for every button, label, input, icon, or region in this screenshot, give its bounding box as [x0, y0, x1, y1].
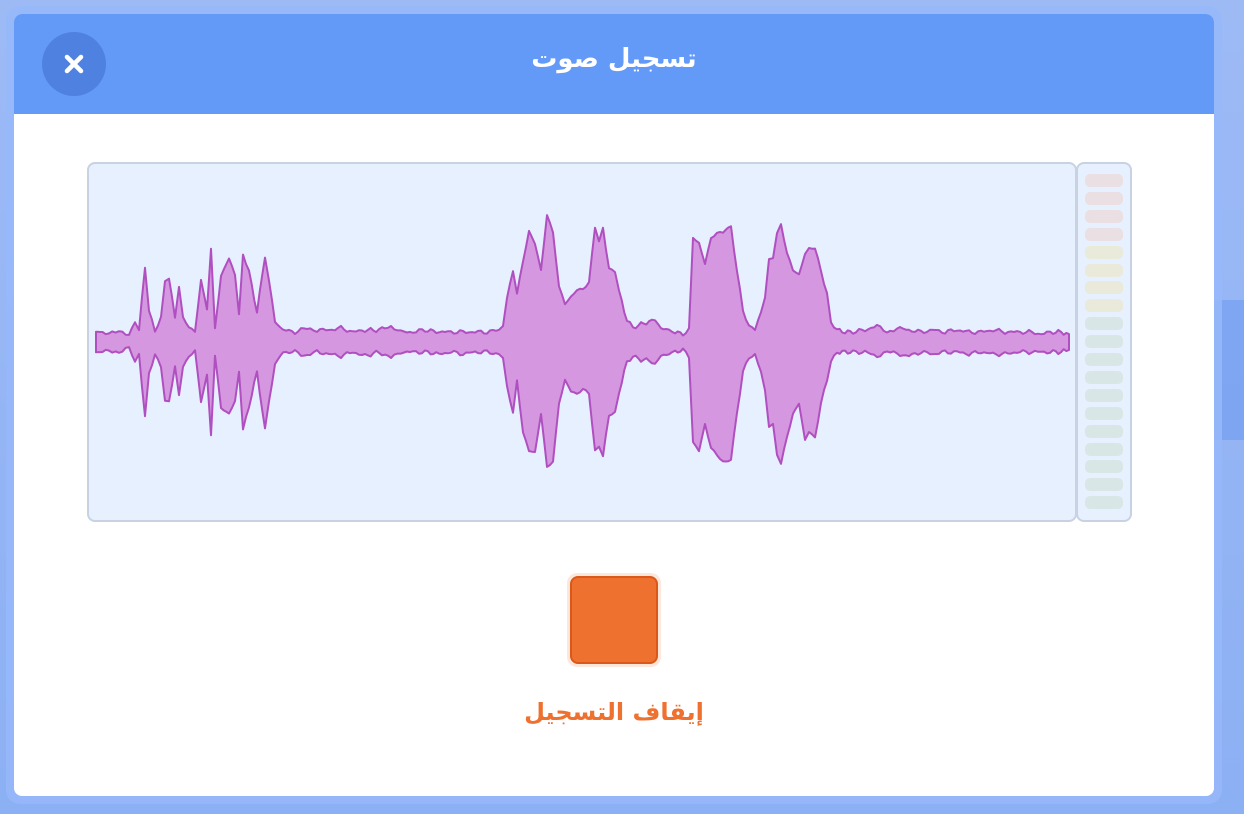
dialog-title: تسجيل صوت	[531, 44, 697, 74]
dialog-header: تسجيل صوت	[14, 14, 1214, 114]
level-meter-segment	[1085, 174, 1123, 187]
level-meter-segment	[1085, 263, 1123, 277]
waveform-shape	[95, 214, 1070, 468]
level-meter-segment	[1085, 281, 1123, 295]
stop-button-highlight	[567, 573, 661, 667]
level-meter-segment	[1085, 388, 1123, 402]
level-meter-segment	[1085, 227, 1123, 241]
level-meter-segment	[1085, 245, 1123, 259]
level-meter-segment	[1085, 406, 1123, 420]
level-meter-segment	[1085, 460, 1123, 474]
level-meter-segment	[1085, 191, 1123, 205]
level-meter-segment	[1085, 299, 1123, 313]
stop-recording-button[interactable]	[570, 576, 658, 664]
level-meter-segment	[1085, 424, 1123, 438]
stop-recording-label[interactable]: إيقاف التسجيل	[14, 698, 1214, 726]
level-meter-segment	[1085, 370, 1123, 384]
level-meter-segment	[1085, 496, 1123, 510]
level-meter-segment	[1085, 478, 1123, 492]
waveform-panel	[87, 162, 1077, 522]
level-meter-segment	[1085, 353, 1123, 366]
level-meter-segment	[1085, 209, 1123, 223]
input-level-meter	[1076, 162, 1132, 522]
level-meter-segment	[1085, 335, 1123, 349]
record-sound-dialog: تسجيل صوت إيقاف التسجيل	[14, 14, 1214, 796]
waveform	[95, 214, 1070, 468]
level-meter-segment	[1085, 317, 1123, 331]
level-meter-segment	[1085, 442, 1123, 456]
